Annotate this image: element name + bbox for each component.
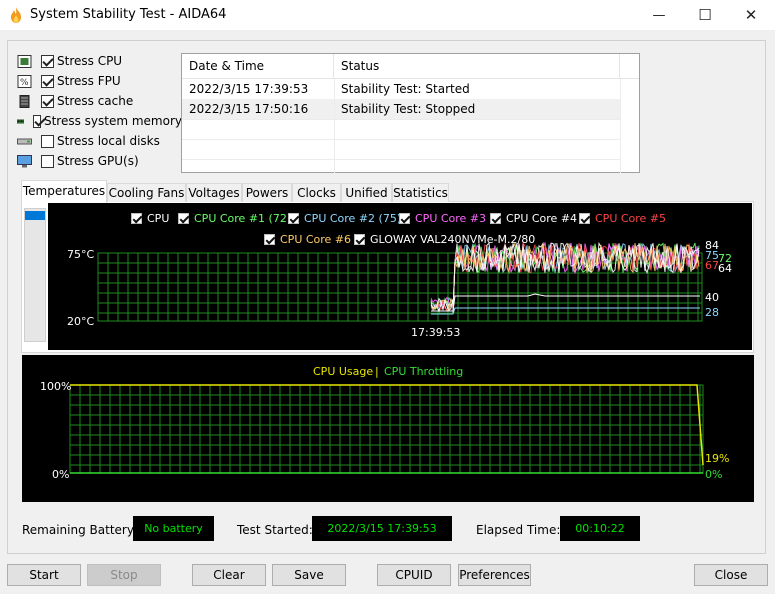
- stress-fpu-option[interactable]: % Stress FPU: [17, 72, 182, 90]
- value-label: 64: [718, 262, 732, 275]
- test-started-value: 2022/3/15 17:39:53: [312, 516, 452, 541]
- tab-clocks[interactable]: Clocks: [292, 183, 341, 202]
- log-status-cell: Stability Test: Stopped: [341, 102, 476, 116]
- stress-gpu-checkbox[interactable]: [41, 154, 54, 168]
- value-label: 40: [705, 291, 719, 304]
- value-label: 28: [705, 306, 719, 319]
- usage-y-min-label: 0%: [52, 468, 69, 481]
- sensor-list-scrollbar[interactable]: [24, 208, 46, 342]
- minimize-button[interactable]: —: [636, 0, 682, 30]
- log-header: Date & Time Status: [182, 54, 639, 79]
- usage-plot: CPU Usage | CPU Throttling 100% 0% 19% 0…: [40, 365, 729, 481]
- cpu-throttling-title: CPU Throttling: [384, 365, 463, 378]
- maximize-button[interactable]: ☐: [682, 0, 728, 30]
- stress-cpu-checkbox[interactable]: [41, 54, 54, 68]
- cpu-icon: [17, 54, 32, 68]
- close-icon: ✕: [744, 6, 758, 24]
- tab-temperatures[interactable]: Temperatures: [21, 180, 107, 203]
- usage-y-max-label: 100%: [40, 380, 71, 393]
- stress-cpu-option[interactable]: Stress CPU: [17, 52, 182, 70]
- column-header-date-time[interactable]: Date & Time: [182, 54, 334, 79]
- row-divider: [182, 159, 620, 160]
- tab-cooling-fans[interactable]: Cooling Fans: [107, 183, 186, 202]
- fpu-icon: %: [17, 74, 32, 88]
- flame-icon: [11, 7, 21, 23]
- log-date-cell: 2022/3/15 17:39:53: [189, 82, 309, 96]
- stress-gpu-option[interactable]: Stress GPU(s): [17, 152, 182, 170]
- stress-cpu-label: Stress CPU: [57, 54, 123, 68]
- aida64-window: System Stability Test - AIDA64 — ☐ ✕ Str…: [0, 0, 775, 594]
- save-button[interactable]: Save: [272, 564, 346, 586]
- status-log-table[interactable]: Date & Time Status 2022/3/15 17:39:53 St…: [181, 53, 640, 173]
- y-min-label: 20°C: [67, 315, 94, 328]
- stress-memory-option[interactable]: Stress system memory: [17, 112, 182, 130]
- tab-powers[interactable]: Powers: [242, 183, 292, 202]
- title-separator: |: [375, 365, 379, 378]
- stress-disks-option[interactable]: Stress local disks: [17, 132, 182, 150]
- stress-fpu-label: Stress FPU: [57, 74, 121, 88]
- temperature-plot: 75°C 20°C 17:39:53 84 75 72 67 64 40 28: [67, 239, 732, 339]
- button-row: Start Stop Clear Save CPUID Preferences …: [0, 564, 775, 586]
- row-divider: [182, 139, 620, 140]
- start-button[interactable]: Start: [7, 564, 81, 586]
- stress-fpu-checkbox[interactable]: [41, 74, 54, 88]
- preferences-button[interactable]: Preferences: [458, 564, 531, 586]
- stress-cache-checkbox[interactable]: [41, 94, 54, 108]
- log-date-cell: 2022/3/15 17:50:16: [189, 102, 309, 116]
- column-divider: [620, 79, 621, 173]
- svg-text:%: %: [20, 78, 29, 88]
- cache-icon: [19, 94, 30, 108]
- stress-memory-checkbox[interactable]: [33, 114, 41, 128]
- plot-frame: [69, 384, 704, 474]
- cpu-usage-title: CPU Usage: [313, 365, 373, 378]
- elapsed-time-value: 00:10:22: [560, 516, 640, 541]
- test-started-label: Test Started:: [237, 523, 313, 537]
- battery-label: Remaining Battery:: [22, 523, 138, 537]
- window-title: System Stability Test - AIDA64: [30, 7, 227, 22]
- minimize-icon: —: [652, 7, 666, 23]
- tab-unified[interactable]: Unified: [341, 183, 392, 202]
- elapsed-time-label: Elapsed Time:: [476, 523, 561, 537]
- row-divider: [182, 119, 620, 120]
- column-header-status[interactable]: Status: [334, 54, 620, 79]
- disk-icon: [17, 138, 32, 144]
- stress-cache-label: Stress cache: [57, 94, 134, 108]
- clear-button[interactable]: Clear: [192, 564, 266, 586]
- column-divider: [334, 79, 335, 173]
- title-bar[interactable]: System Stability Test - AIDA64 — ☐ ✕: [0, 0, 775, 30]
- cpu-throttling-value: 0%: [705, 468, 722, 481]
- status-row: Remaining Battery: No battery Test Start…: [0, 516, 775, 544]
- stress-memory-label: Stress system memory: [43, 114, 182, 128]
- battery-value: No battery: [133, 516, 214, 541]
- memory-icon: [17, 119, 25, 123]
- y-max-label: 75°C: [67, 248, 94, 261]
- stress-disks-label: Stress local disks: [57, 134, 160, 148]
- cpu-usage-value: 19%: [705, 452, 729, 465]
- value-label: 67: [705, 259, 719, 272]
- sensor-list-selection[interactable]: [25, 211, 45, 220]
- temperature-chart: CPU CPU Core #1 (72) CPU Core #2 (75) CP…: [48, 203, 752, 350]
- stress-disks-checkbox[interactable]: [41, 134, 54, 148]
- table-row[interactable]: 2022/3/15 17:50:16 Stability Test: Stopp…: [182, 99, 620, 119]
- gpu-icon: [17, 154, 32, 167]
- cpu-usage-chart: CPU Usage | CPU Throttling 100% 0% 19% 0…: [22, 355, 754, 502]
- maximize-icon: ☐: [698, 6, 712, 24]
- table-row[interactable]: 2022/3/15 17:39:53 Stability Test: Start…: [182, 79, 620, 99]
- stop-button[interactable]: Stop: [87, 564, 161, 586]
- close-window-button[interactable]: ✕: [728, 0, 774, 30]
- stress-cache-option[interactable]: Stress cache: [17, 92, 182, 110]
- close-button[interactable]: Close: [694, 564, 768, 586]
- tab-statistics[interactable]: Statistics: [392, 183, 449, 202]
- usage-series: [70, 384, 704, 474]
- cpuid-button[interactable]: CPUID: [377, 564, 451, 586]
- stress-gpu-label: Stress GPU(s): [57, 154, 139, 168]
- tab-voltages[interactable]: Voltages: [186, 183, 242, 202]
- log-status-cell: Stability Test: Started: [341, 82, 470, 96]
- x-time-label: 17:39:53: [411, 326, 460, 339]
- usage-grid: [69, 384, 704, 474]
